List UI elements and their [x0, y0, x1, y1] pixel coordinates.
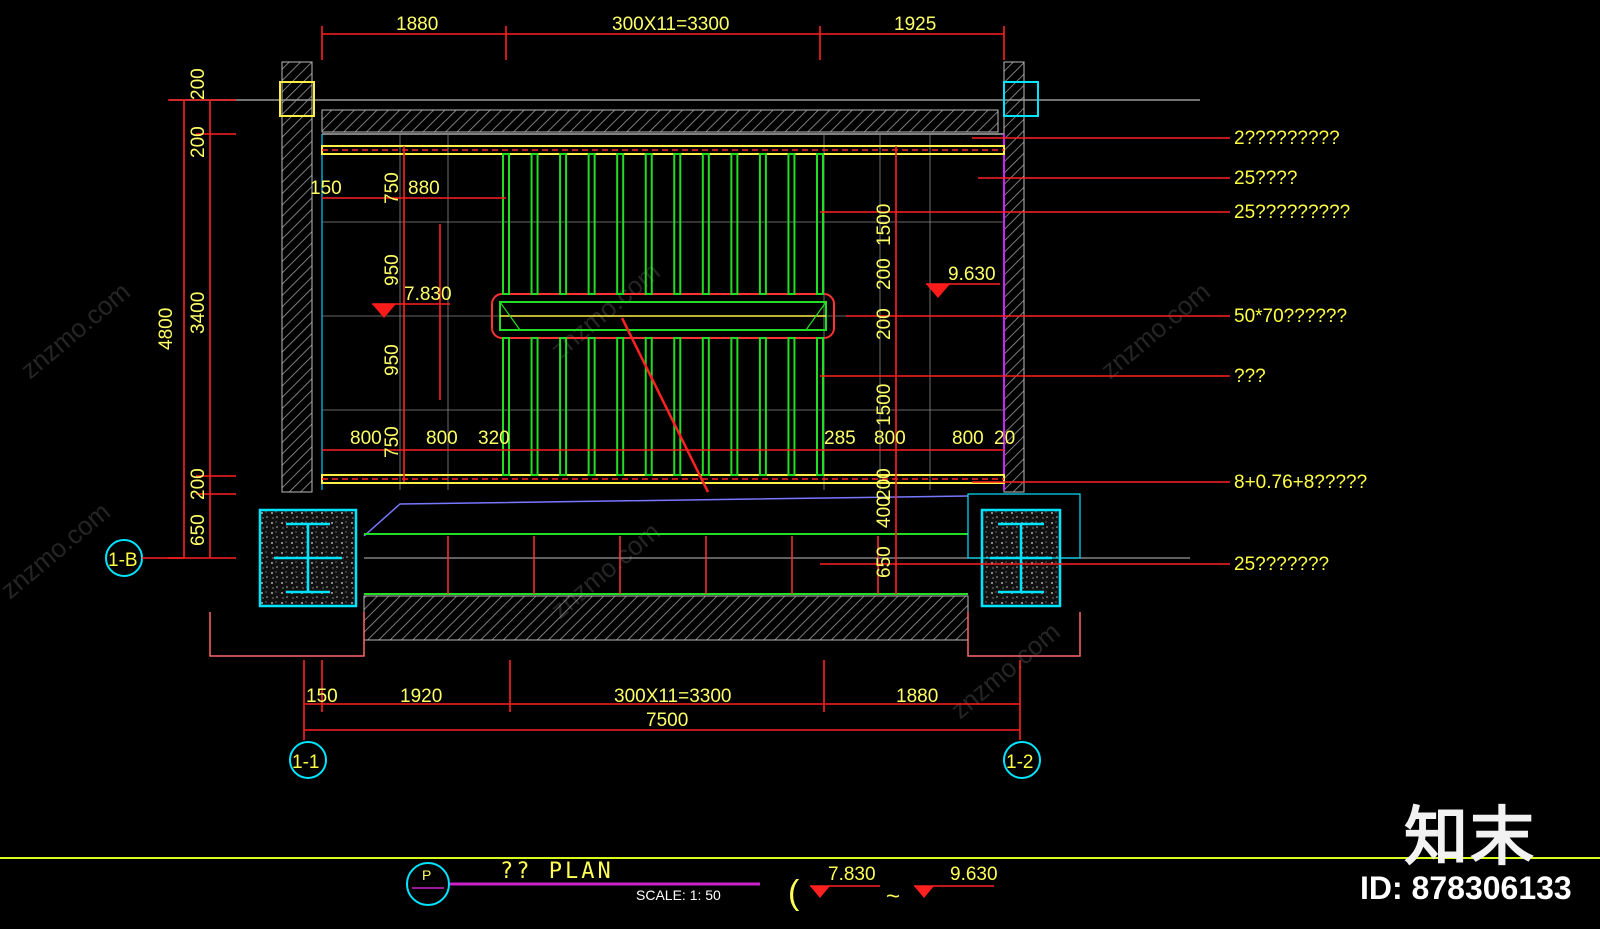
dim-right: 1500	[874, 384, 895, 426]
watermark-text: znzmo.com	[1095, 276, 1216, 384]
dim-right: 200	[874, 468, 895, 500]
stair-treads	[502, 153, 824, 476]
dim-right: 650	[874, 546, 895, 578]
note-label: 25????	[1234, 168, 1297, 189]
dim-top: 1925	[894, 14, 936, 35]
stair-tread	[816, 337, 824, 476]
dim-bottom: 1920	[400, 686, 442, 707]
stair-tread	[758, 153, 767, 295]
stair-tread	[816, 153, 824, 295]
stair-tread	[673, 153, 682, 295]
stair-tread	[587, 337, 596, 476]
dim-right: 200	[874, 308, 895, 340]
stair-tread	[730, 153, 739, 295]
dim-stair: 950	[382, 344, 403, 376]
axis-label: 1-2	[1006, 752, 1033, 773]
title-level-to: 9.630	[950, 864, 998, 885]
note-label: 25???????	[1234, 554, 1329, 575]
dim-bottom: 300X11=3300	[614, 686, 731, 707]
note-label: 50*70??????	[1234, 306, 1347, 327]
watermark-layer: znzmo.com znzmo.com znzmo.com znzmo.com …	[0, 256, 1216, 724]
landing	[363, 495, 1190, 595]
watermark-text: znzmo.com	[15, 276, 136, 384]
dim-left-inner: 200	[188, 68, 209, 100]
stair-tread	[758, 337, 767, 476]
stair-tread	[530, 153, 539, 295]
stair-tread	[502, 337, 510, 476]
dim-stair: 320	[478, 428, 510, 449]
dim-left-inner: 3400	[188, 292, 209, 334]
dim-stair: 150	[310, 178, 342, 199]
title-level-from: 7.830	[828, 864, 876, 885]
title-scale: SCALE: 1: 50	[636, 887, 721, 903]
dim-bottom-total: 7500	[646, 710, 688, 731]
dim-stair: 750	[382, 426, 403, 458]
dim-stair: 800	[350, 428, 382, 449]
stair-tread	[559, 153, 568, 295]
stair-tread	[730, 337, 739, 476]
bottom-wall	[363, 595, 969, 641]
watermark-text: znzmo.com	[545, 256, 666, 364]
top-wall	[321, 109, 999, 133]
dim-stair: 950	[382, 254, 403, 286]
stair-tread	[787, 337, 796, 476]
dim-stair: 750	[382, 172, 403, 204]
dim-left-inner: 200	[188, 126, 209, 158]
dim-left-outer: 4800	[156, 308, 177, 350]
title-paren: (	[788, 874, 800, 912]
dim-stair: 800	[874, 428, 906, 449]
title-symbol: P	[422, 867, 431, 883]
dim-right: 200	[874, 258, 895, 290]
title-name: ?? PLAN	[500, 859, 614, 884]
axis-bubbles: 1-B 1-1 1-2	[105, 539, 1041, 779]
stair-tread	[530, 337, 539, 476]
stair-tread	[616, 337, 625, 476]
dim-stair: 800	[952, 428, 984, 449]
level-label: 7.830	[404, 284, 452, 305]
annotation-notes: 2????????? 25???? 25????????? 50*70?????…	[1234, 128, 1367, 575]
image-id-label: ID: 878306133	[1360, 870, 1572, 906]
watermark-text: znzmo.com	[0, 496, 116, 604]
dim-left-inner: 650	[188, 514, 209, 546]
dim-stair: 880	[408, 178, 440, 199]
stair-tread	[701, 337, 710, 476]
stair-tread	[673, 337, 682, 476]
stair-tread	[787, 153, 796, 295]
brand-logo: 知末	[1404, 801, 1536, 875]
stair-tread	[701, 153, 710, 295]
dim-right: 1500	[874, 204, 895, 246]
axis-label: 1-B	[108, 550, 138, 571]
note-label: 25?????????	[1234, 202, 1350, 223]
break-line	[620, 317, 710, 493]
dim-top: 1880	[396, 14, 438, 35]
dim-right: 400	[874, 496, 895, 528]
left-wall	[281, 61, 313, 493]
stair-tread	[644, 337, 653, 476]
dim-stair: 800	[426, 428, 458, 449]
note-label: ???	[1234, 366, 1266, 387]
stair-tread	[616, 153, 625, 295]
dim-left-inner: 200	[188, 468, 209, 500]
dim-bottom: 1880	[896, 686, 938, 707]
stair-plan-drawing: znzmo.com znzmo.com znzmo.com znzmo.com …	[0, 14, 1600, 912]
dim-stair: 285	[824, 428, 856, 449]
note-label: 8+0.76+8?????	[1234, 472, 1367, 493]
title-tilde: ~	[886, 883, 900, 910]
dim-stair: 20	[994, 428, 1015, 449]
level-label: 9.630	[948, 264, 996, 285]
axis-label: 1-1	[292, 752, 319, 773]
dim-top: 300X11=3300	[612, 14, 729, 35]
dim-bottom: 150	[306, 686, 338, 707]
stair-tread	[587, 153, 596, 295]
stair-tread	[502, 153, 510, 295]
note-label: 2?????????	[1234, 128, 1340, 149]
